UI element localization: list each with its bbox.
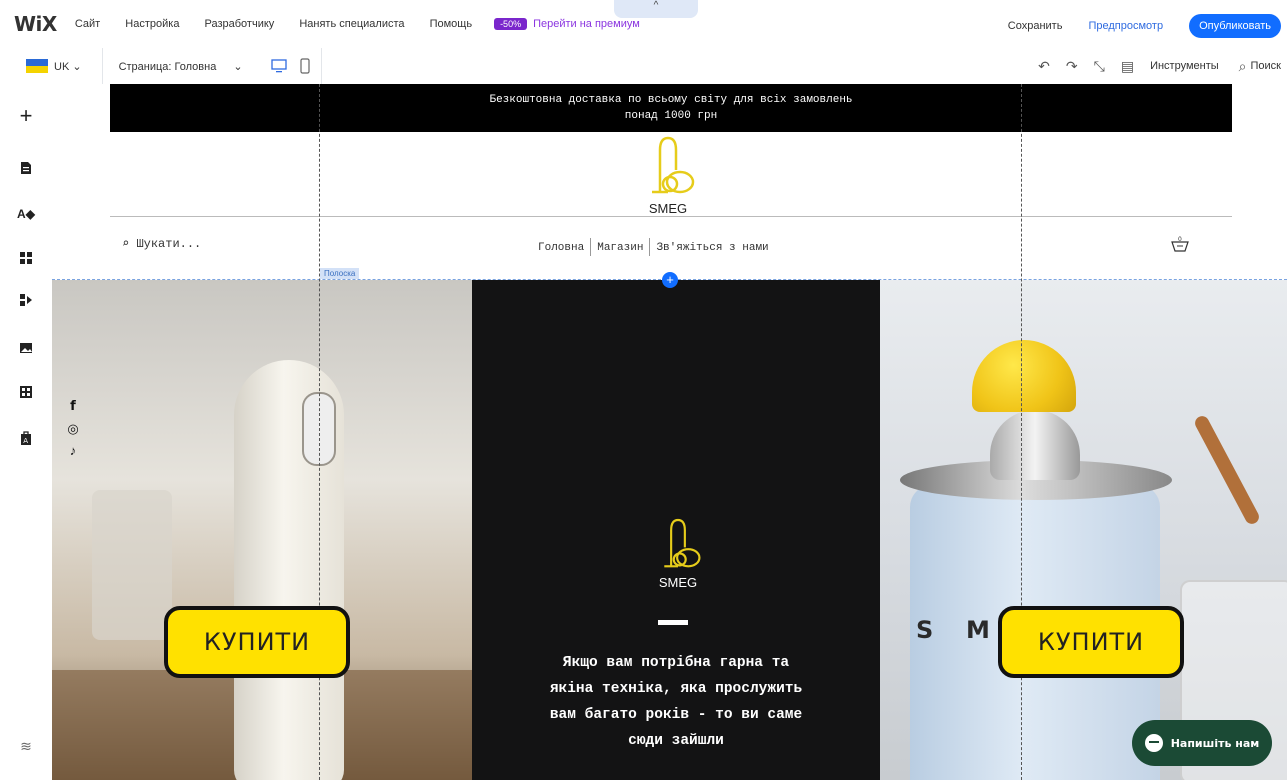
preview-button[interactable]: Предпросмотр [1088,20,1163,32]
chevron-down-icon: ⌄ [72,60,82,73]
editor-menu: Сайт Настройка Разработчику Нанять специ… [75,18,494,30]
vacuum-logo-icon [652,136,695,194]
divider [101,48,103,84]
menu-help[interactable]: Помощь [430,18,473,30]
announcement-bar[interactable]: Безкоштовна доставка по всьому світу для… [110,84,1232,132]
layers-icon[interactable]: ≋ [16,736,36,756]
nav-divider [649,238,651,256]
add-strip-button[interactable]: + [662,272,678,288]
nav-shop[interactable]: Магазин [597,242,643,254]
instagram-icon[interactable]: ◎ [66,418,80,440]
editor-left-rail: + A◆ A ≋ [0,84,53,780]
apps-icon[interactable] [16,248,36,268]
menu-site[interactable]: Сайт [75,18,100,30]
nav-divider [590,238,592,256]
site-brand-name: SMEG [648,201,688,216]
hero-middle-panel[interactable]: SMEG Якщо вам потрібна гарна та якіна те… [472,280,880,780]
wix-logo[interactable]: WiX [14,12,57,36]
site-navigation: Головна Магазин Зв'яжіться з нами [538,238,769,256]
mobile-view-icon[interactable] [295,56,315,76]
language-selector[interactable]: UK ⌄ [54,60,82,73]
announcement-line-1: Безкоштовна доставка по всьому світу для… [489,94,853,106]
ukraine-flag-icon [26,59,48,73]
redo-icon[interactable]: ↷ [1066,58,1078,75]
cart-icon[interactable]: 0 [1170,236,1190,261]
svg-text:A: A [23,437,28,445]
tools-icon[interactable]: ▤ [1121,58,1134,75]
lemon-shape [972,340,1076,412]
hero-right-image[interactable]: S M [880,280,1287,780]
pages-icon[interactable] [16,158,36,178]
editor-topbar: WiX Сайт Настройка Разработчику Нанять с… [0,0,1287,49]
menu-developer[interactable]: Разработчику [205,18,275,30]
hero-text[interactable]: Якщо вам потрібна гарна та якіна техніка… [542,650,810,754]
search-icon[interactable]: ⌕ [1239,58,1247,75]
jar-shape [92,490,172,640]
facebook-icon[interactable]: f [66,396,80,418]
social-bar: f ◎ ♪ [66,396,80,462]
juicer-cone-shape [990,410,1080,480]
divider [320,48,322,84]
site-search[interactable]: ⌕ Шукати... [122,236,201,251]
search-icon: ⌕ [122,237,130,251]
vacuum-logo-icon [664,518,701,568]
tiktok-icon[interactable]: ♪ [66,440,80,462]
site-search-placeholder: Шукати... [136,237,202,251]
buy-button-right[interactable]: КУПИТИ [998,606,1184,678]
spoon-shape [1192,413,1262,527]
undo-icon[interactable]: ↶ [1038,58,1050,75]
chat-label: Напишіть нам [1170,736,1260,750]
nav-contact[interactable]: Зв'яжіться з нами [656,242,768,254]
site-logo[interactable]: SMEG [638,134,698,216]
page-selector[interactable]: Страница: Головна ⌄ [119,60,243,73]
chat-bubble-icon [1144,734,1163,752]
hero-left-image[interactable] [52,280,472,780]
upgrade-link[interactable]: Перейти на премиум [533,18,640,30]
site-canvas[interactable]: Безкоштовна доставка по всьому світу для… [52,84,1287,780]
menu-hire[interactable]: Нанять специалиста [299,18,404,30]
media-icon[interactable] [16,338,36,358]
app-market-icon[interactable]: A [16,428,36,448]
hero-logo: SMEG [648,516,708,590]
language-label: UK [54,60,70,73]
nav-home[interactable]: Головна [538,242,584,254]
design-icon[interactable]: A◆ [16,204,36,224]
hero-brand-name: SMEG [658,575,698,590]
product-letter-m: M [966,616,990,644]
desktop-view-icon[interactable] [269,56,289,76]
menu-settings[interactable]: Настройка [125,18,179,30]
business-apps-icon[interactable] [16,290,36,310]
editor-toolbar: UK ⌄ Страница: Головна ⌄ ↶ ↷ ⤡ ▤ Инструм… [0,48,1287,85]
save-button[interactable]: Сохранить [1008,20,1063,32]
header-divider [110,216,1232,217]
svg-text:0: 0 [1178,236,1182,243]
announcement-line-2: понад 1000 грн [624,110,718,122]
chat-button[interactable]: Напишіть нам [1132,720,1272,766]
chevron-down-icon: ⌄ [233,60,243,73]
cms-icon[interactable] [16,382,36,402]
zoom-out-icon[interactable]: ⤡ [1094,58,1105,75]
buy-button-left[interactable]: КУПИТИ [164,606,350,678]
strip-label[interactable]: Полоска [320,268,360,279]
promo-badge: -50% [494,18,528,30]
add-elements-icon[interactable]: + [16,103,36,128]
collapse-toolbar-tab[interactable]: ^ [614,0,698,18]
search-button[interactable]: Поиск [1251,60,1281,72]
page-selector-label: Страница: Головна [118,60,217,73]
publish-button[interactable]: Опубликовать [1189,14,1281,38]
tools-button[interactable]: Инструменты [1150,60,1219,72]
hero-divider [658,620,688,625]
product-letter-s: S [916,616,934,644]
